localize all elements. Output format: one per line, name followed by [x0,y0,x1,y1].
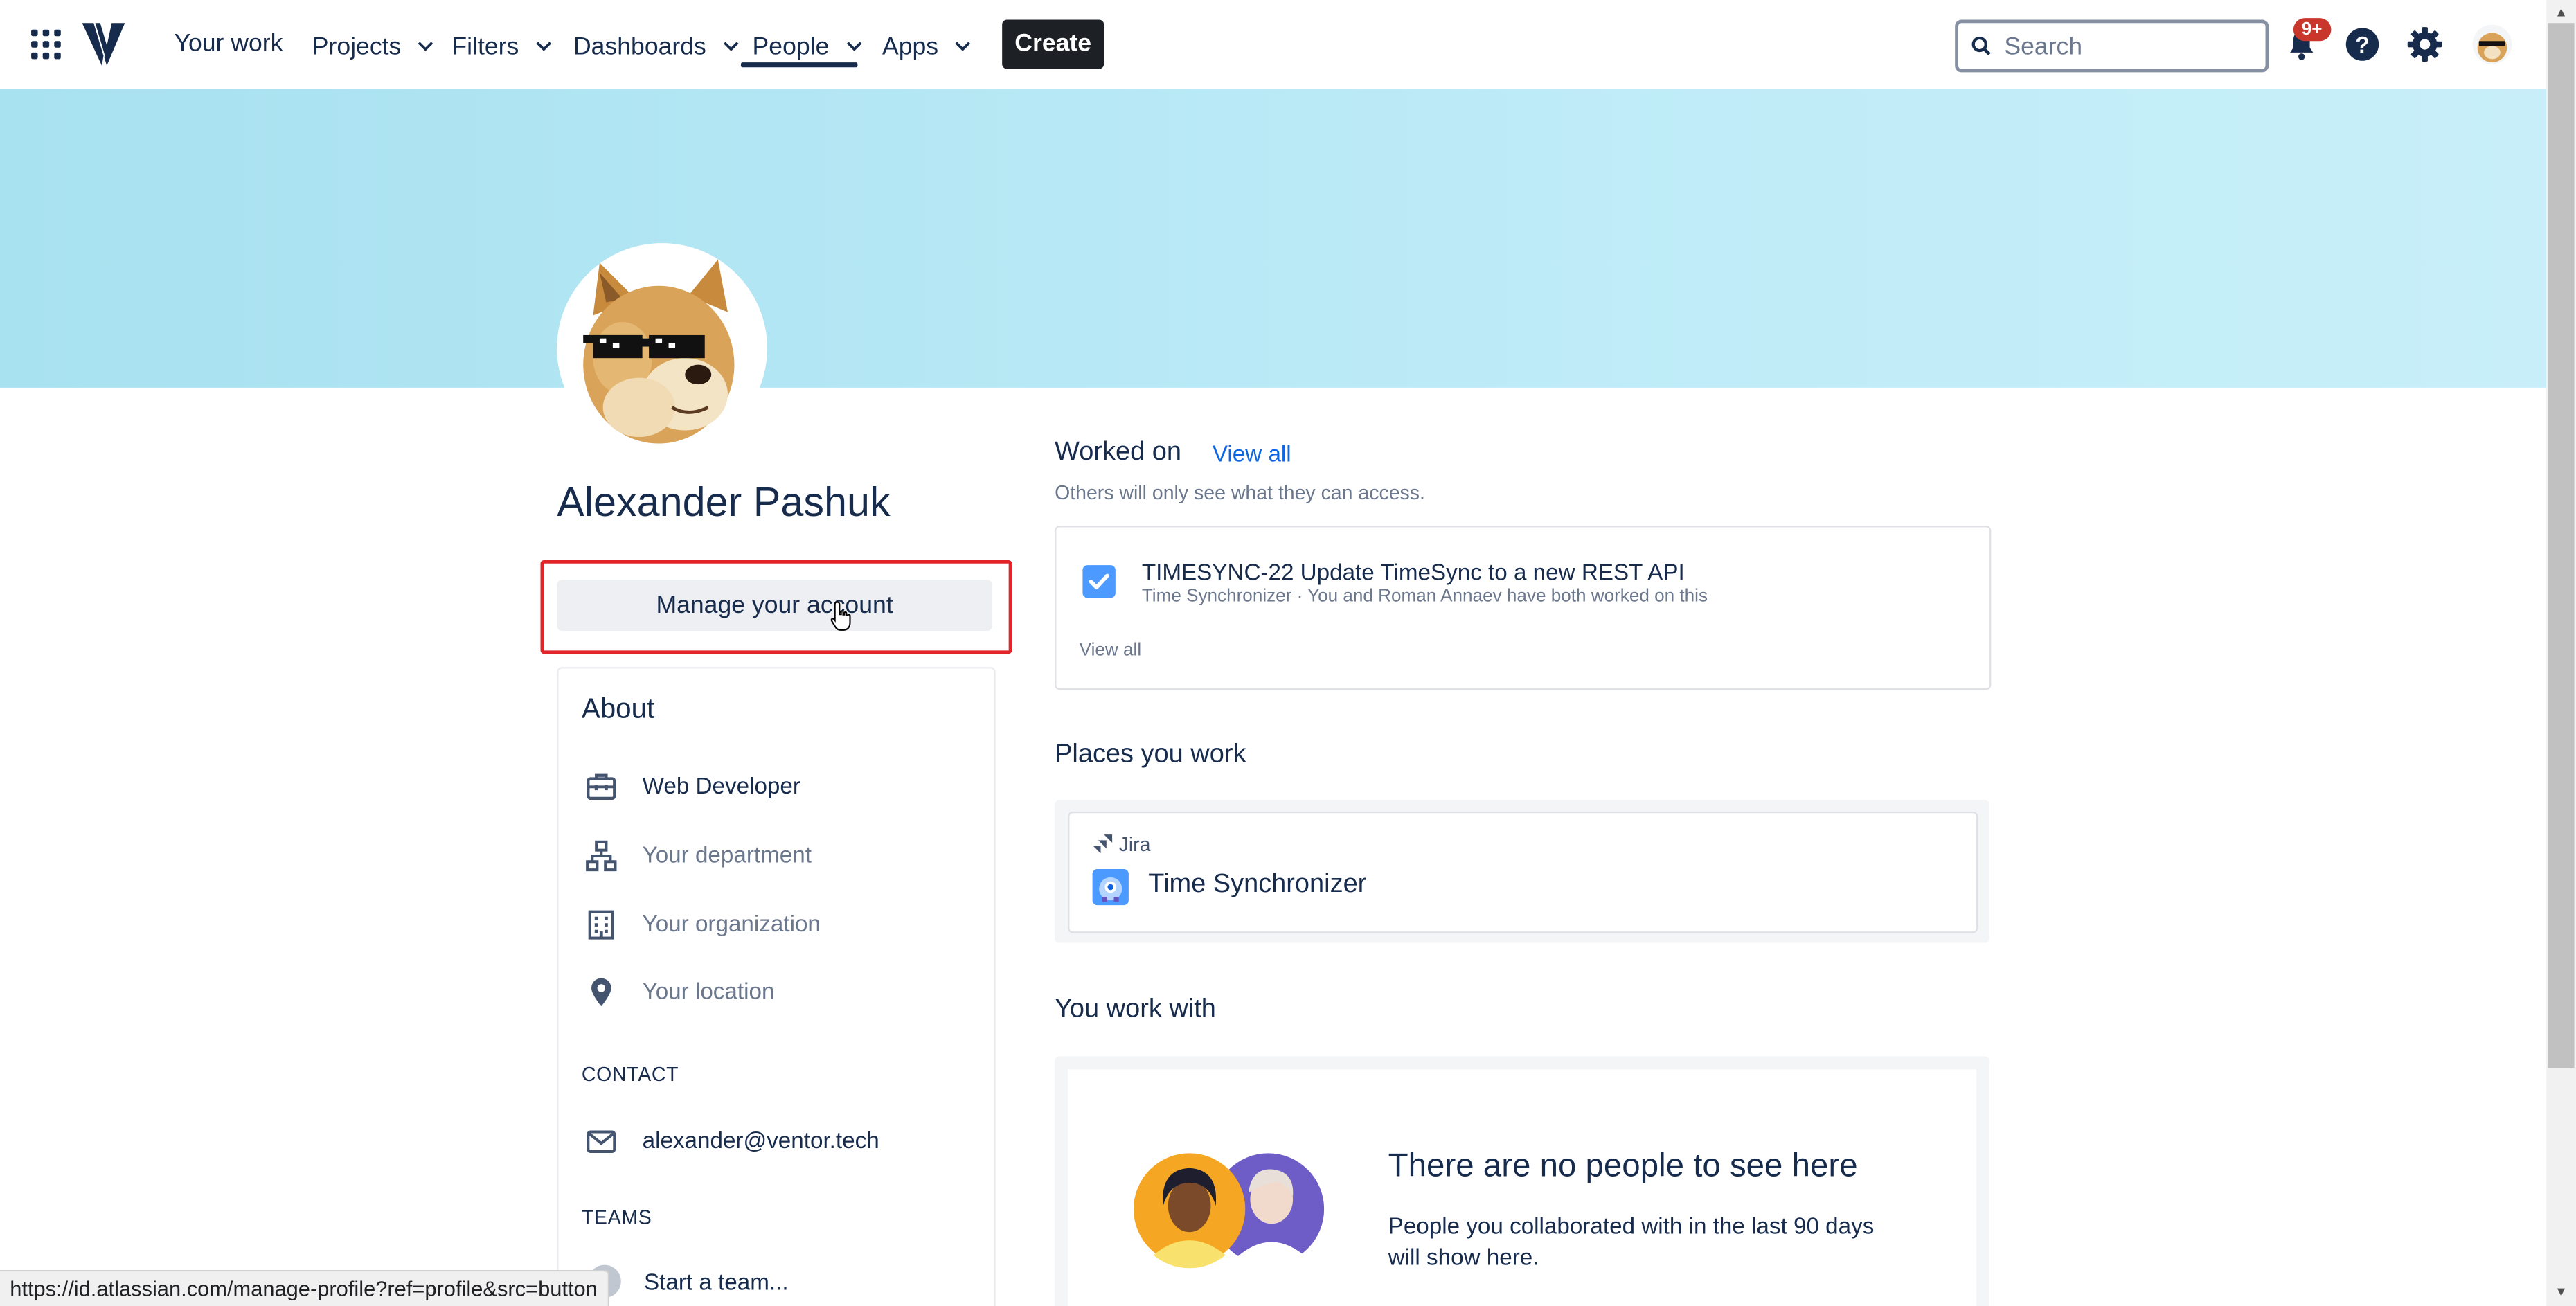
contact-heading: CONTACT [581,1062,679,1086]
scroll-down-icon[interactable]: ▼ [2555,1285,2568,1299]
department-icon [585,839,618,880]
nav-projects[interactable]: Projects [312,30,434,61]
browser-status-url: https://id.atlassian.com/manage-profile?… [0,1269,609,1306]
top-nav: Your work Projects Filters Dashboards Pe… [0,0,2547,91]
help-icon[interactable]: ? [2343,25,2382,64]
task-checkbox-icon [1082,565,1116,598]
scroll-up-icon[interactable]: ▲ [2555,5,2568,19]
search-input[interactable] [2004,28,2251,64]
app-switcher-icon[interactable] [31,29,61,60]
about-department-text: Your department [642,841,812,868]
manage-account-button[interactable]: Manage your account [557,580,992,631]
start-team-text: Start a team... [643,1268,789,1295]
nav-filters-label: Filters [451,33,519,61]
people-illustration-icon [1133,1150,1325,1269]
nav-your-work-label: Your work [174,29,283,58]
nav-your-work[interactable]: Your work [174,30,283,57]
contact-email-text: alexander@ventor.tech [642,1127,879,1154]
worked-on-subtitle: Others will only see what they can acces… [1055,481,1425,505]
empty-state-description: People you collaborated with in the last… [1388,1212,1875,1270]
location-icon [585,976,618,1017]
worked-on-card [1055,526,1992,690]
nav-apps[interactable]: Apps [882,30,972,61]
search-box[interactable] [1955,19,2269,73]
nav-projects-label: Projects [312,33,402,61]
nav-filters[interactable]: Filters [451,30,552,61]
teams-heading: TEAMS [581,1206,652,1229]
profile-avatar[interactable] [557,243,767,454]
nav-dashboards-label: Dashboards [573,33,706,61]
worked-on-view-all-link[interactable]: View all [1213,440,1291,467]
avatar[interactable] [2472,24,2512,64]
settings-icon[interactable] [2405,25,2444,64]
profile-banner [0,89,2547,388]
about-job-title-text: Web Developer [642,771,800,798]
nav-people-label: People [752,33,830,61]
chevron-down-icon [535,30,552,57]
svg-text:?: ? [2355,33,2369,58]
page-scrollbar[interactable]: ▲ ▼ [2546,0,2576,1306]
briefcase-icon [585,771,618,812]
email-icon [585,1125,618,1166]
scrollbar-thumb[interactable] [2548,23,2575,1068]
chevron-down-icon [846,30,863,57]
about-location-text: Your location [642,977,775,1004]
organization-icon [585,909,618,949]
chevron-down-icon [418,30,434,57]
places-heading: Places you work [1055,740,1246,769]
jira-icon [1093,833,1114,855]
nav-dashboards[interactable]: Dashboards [573,30,740,61]
work-with-heading: You work with [1055,995,1216,1023]
project-name: Time Synchronizer [1148,870,1367,899]
worked-on-heading: Worked on [1055,438,1181,467]
profile-name: Alexander Pashuk [557,479,891,526]
create-button[interactable]: Create [1002,19,1104,69]
hand-cursor-icon [830,600,852,632]
search-icon [1971,35,1991,64]
page: Your work Projects Filters Dashboards Pe… [0,0,2576,1306]
chevron-down-icon [723,30,740,57]
logo-icon[interactable] [80,19,126,69]
notifications-badge: 9+ [2293,18,2331,42]
empty-state-title: There are no people to see here [1388,1148,1858,1185]
chevron-down-icon [955,30,972,57]
about-organization-text: Your organization [642,910,821,937]
project-icon [1092,868,1129,906]
nav-people[interactable]: People [753,30,863,61]
nav-active-indicator [740,62,858,68]
nav-apps-label: Apps [882,33,939,61]
issue-meta: Time Synchronizer · You and Roman Annaev… [1141,586,1708,607]
about-heading: About [581,693,655,725]
product-label: Jira [1118,832,1151,856]
worked-on-card-view-all[interactable]: View all [1080,641,1141,660]
issue-title-link[interactable]: TIMESYNC-22 Update TimeSync to a new RES… [1142,559,1685,585]
